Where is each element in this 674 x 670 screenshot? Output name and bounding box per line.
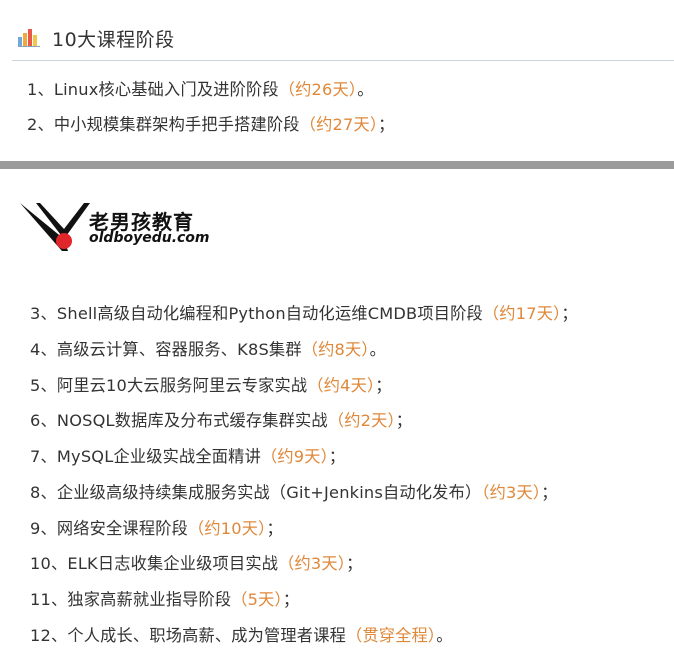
stage-text: 1、Linux核心基础入门及进阶阶段 [27, 80, 279, 99]
stage-text: 11、独家高薪就业指导阶段 [30, 590, 232, 609]
course-stage-item: 7、MySQL企业级实战全面精讲（约9天）； [30, 443, 345, 467]
stage-text: 7、MySQL企业级实战全面精讲 [30, 447, 261, 466]
stage-punctuation: ； [561, 304, 578, 323]
stage-text: 4、高级云计算、容器服务、K8S集群 [30, 340, 302, 359]
stage-punctuation: 。 [357, 80, 374, 99]
stage-text: 10、ELK日志收集企业级项目实战 [30, 554, 279, 573]
stage-punctuation: 。 [436, 626, 453, 645]
course-stage-item: 2、中小规模集群架构手把手搭建阶段（约27天）； [27, 111, 395, 135]
logo-url-text: oldboyedu.com [89, 230, 210, 246]
course-stage-item: 10、ELK日志收集企业级项目实战（约3天）； [30, 550, 362, 574]
course-stage-item: 1、Linux核心基础入门及进阶阶段（约26天）。 [27, 76, 374, 100]
course-stage-item: 9、网络安全课程阶段（约10天）； [30, 515, 283, 539]
stage-duration: （约3天） [481, 483, 542, 502]
stage-duration: （约8天） [301, 340, 370, 359]
stage-punctuation: ； [378, 115, 395, 134]
section-header: 10大课程阶段 [0, 0, 674, 62]
stage-duration: （约27天） [299, 115, 379, 134]
course-stage-item: 5、阿里云10大云服务阿里云专家实战（约4天）； [30, 372, 392, 396]
stage-text: 12、个人成长、职场高薪、成为管理者课程 [30, 626, 346, 645]
course-stage-item: 11、独家高薪就业指导阶段（5天）； [30, 586, 299, 610]
stage-duration: （约26天） [278, 80, 358, 99]
stage-punctuation: ； [395, 411, 413, 430]
course-stage-item: 3、Shell高级自动化编程和Python自动化运维CMDB项目阶段（约17天）… [30, 300, 578, 324]
stage-duration: （约2天） [327, 411, 396, 430]
section-title: 10大课程阶段 [52, 29, 175, 51]
stage-duration: （贯穿全程） [345, 626, 437, 645]
stage-duration: （约9天） [260, 447, 329, 466]
stage-punctuation: ； [282, 590, 300, 609]
stage-text: 3、Shell高级自动化编程和Python自动化运维CMDB项目阶段 [30, 304, 483, 323]
stage-duration: （5天） [231, 590, 283, 609]
stage-punctuation: 。 [369, 340, 387, 359]
stage-text: 8、企业级高级持续集成服务实战（Git+Jenkins自动化发布） [30, 483, 482, 502]
section-divider-bar [0, 161, 674, 169]
course-stage-item: 6、NOSQL数据库及分布式缓存集群实战（约2天）； [30, 407, 412, 431]
stage-duration: （约4天） [307, 376, 376, 395]
course-stage-item: 4、高级云计算、容器服务、K8S集群（约8天）。 [30, 336, 386, 360]
stage-punctuation: ； [375, 376, 392, 395]
course-stage-item: 12、个人成长、职场高薪、成为管理者课程（贯穿全程）。 [30, 622, 453, 646]
stage-text: 2、中小规模集群架构手把手搭建阶段 [27, 115, 300, 134]
stage-punctuation: ； [541, 483, 558, 502]
stage-duration: （约3天） [278, 554, 347, 573]
stage-duration: （约10天） [188, 519, 267, 538]
bar-chart-icon [18, 29, 40, 47]
stage-text: 9、网络安全课程阶段 [30, 519, 188, 538]
stage-punctuation: ； [346, 554, 363, 573]
stage-text: 5、阿里云10大云服务阿里云专家实战 [30, 376, 308, 395]
header-divider [12, 60, 674, 61]
course-stage-item: 8、企业级高级持续集成服务实战（Git+Jenkins自动化发布）（约3天）； [30, 479, 558, 503]
stage-punctuation: ； [328, 447, 346, 466]
stage-text: 6、NOSQL数据库及分布式缓存集群实战 [30, 411, 328, 430]
stage-punctuation: ； [266, 519, 283, 538]
stage-duration: （约17天） [482, 304, 562, 323]
